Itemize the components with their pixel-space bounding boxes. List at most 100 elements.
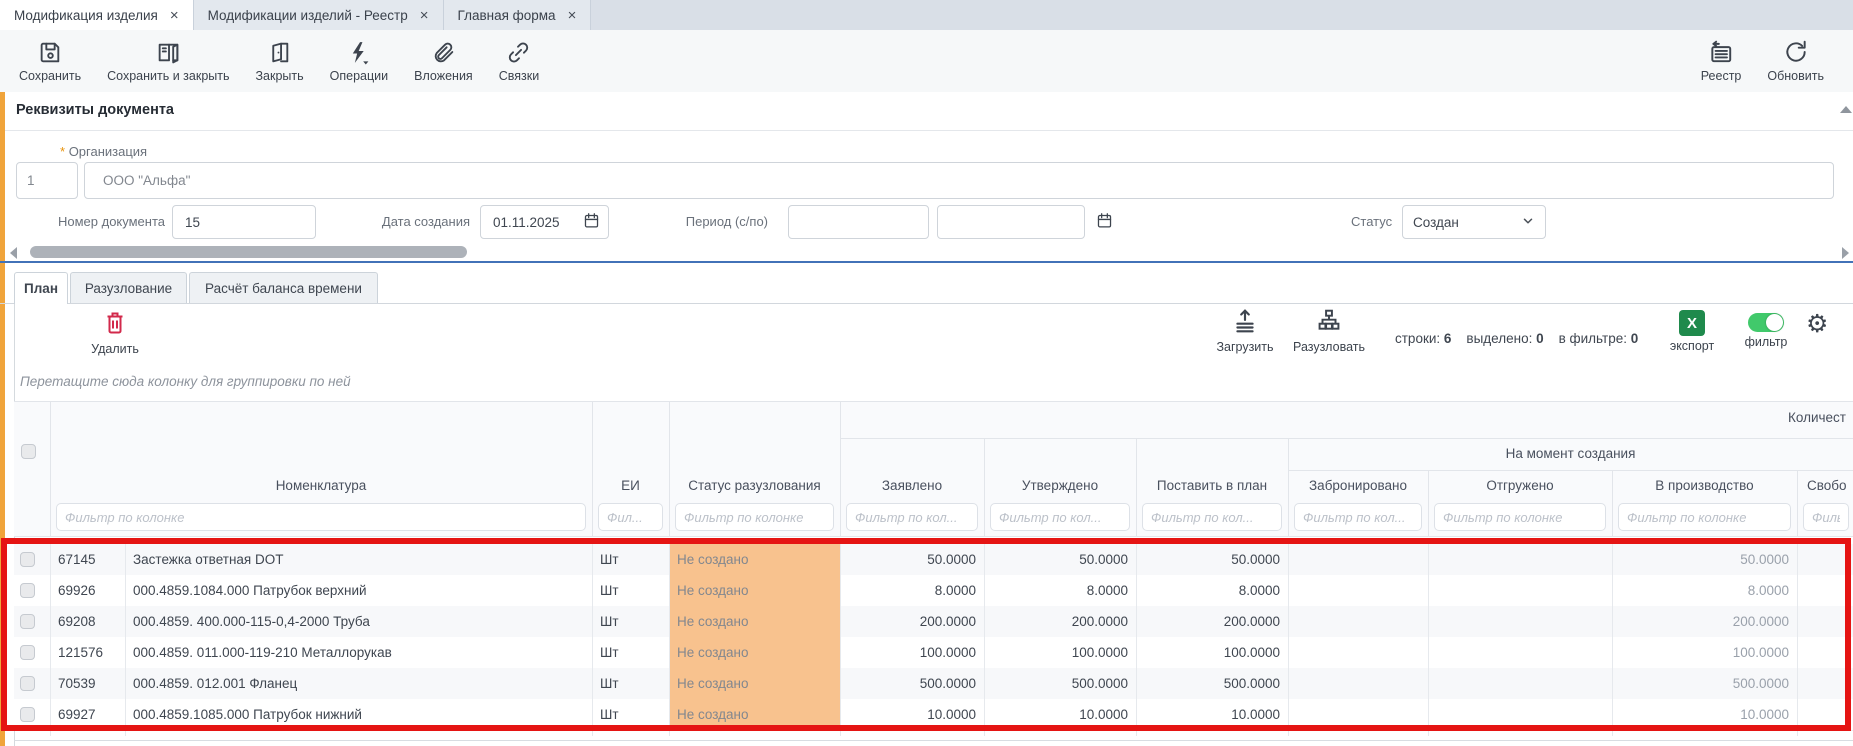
period-from-input[interactable] xyxy=(799,214,918,231)
window-tab-1[interactable]: Модификации изделий - Реестр× xyxy=(194,0,444,30)
filter-toggle[interactable]: фильтр xyxy=(1740,313,1792,349)
filter-input-free[interactable] xyxy=(1803,503,1849,531)
hscroll-right-icon[interactable] xyxy=(1842,247,1849,259)
creation-date-field[interactable] xyxy=(480,205,609,239)
scroll-up-icon[interactable] xyxy=(1840,106,1852,113)
links-button[interactable]: Связки xyxy=(486,36,552,87)
cell-unit: Шт xyxy=(592,606,669,637)
column-header-explode_status[interactable]: Статус разузлования xyxy=(669,478,840,493)
column-header-claimed[interactable]: Заявлено xyxy=(840,478,984,493)
table-row[interactable]: 67145Застежка ответная DOTШтНе создано50… xyxy=(14,544,1853,575)
gear-icon[interactable]: ⚙ xyxy=(1806,312,1828,337)
filter-input-to_plan[interactable] xyxy=(1142,503,1282,531)
cell-free xyxy=(1797,699,1853,730)
column-header-unit[interactable]: ЕИ xyxy=(592,478,669,493)
view-tab-2[interactable]: Расчёт баланса времени xyxy=(189,272,378,303)
column-header-free[interactable]: Свобо xyxy=(1797,478,1853,493)
cell-code: 69926 xyxy=(50,575,125,606)
cell-shipped xyxy=(1428,668,1612,699)
explode-button[interactable]: Разузловать xyxy=(1286,308,1372,354)
cell-free xyxy=(1797,575,1853,606)
column-header-shipped[interactable]: Отгружено xyxy=(1428,478,1612,493)
grid-body-line xyxy=(1136,544,1137,736)
filter-input-approved[interactable] xyxy=(990,503,1130,531)
toolbar-right-group: РеестрОбновить xyxy=(1688,30,1837,92)
period-to-input[interactable] xyxy=(948,214,1074,231)
period-from-field[interactable] xyxy=(788,205,929,239)
column-header-in_production[interactable]: В производство xyxy=(1612,478,1797,493)
column-header-approved[interactable]: Утверждено xyxy=(984,478,1136,493)
organization-name-field[interactable]: ООО "Альфа" xyxy=(84,162,1834,199)
filter-input-in_production[interactable] xyxy=(1618,503,1791,531)
column-header-reserved[interactable]: Забронировано xyxy=(1288,478,1428,493)
status-select[interactable]: Создан xyxy=(1402,205,1546,239)
doc-number-field[interactable] xyxy=(172,205,316,239)
cell-approved: 200.0000 xyxy=(984,606,1136,637)
row-checkbox[interactable] xyxy=(20,583,35,598)
filter-input-reserved[interactable] xyxy=(1294,503,1422,531)
row-checkbox[interactable] xyxy=(20,707,35,722)
accent-strip xyxy=(0,92,5,746)
row-checkbox[interactable] xyxy=(20,645,35,660)
cell-in_production: 8.0000 xyxy=(1612,575,1797,606)
creation-date-input[interactable] xyxy=(491,214,583,231)
close-tab-icon[interactable]: × xyxy=(170,8,179,23)
column-header-nomenclature[interactable]: Номенклатура xyxy=(50,478,592,493)
table-row[interactable]: 69927000.4859.1085.000 Патрубок нижнийШт… xyxy=(14,699,1853,730)
hscroll-left-icon[interactable] xyxy=(10,247,17,259)
table-row[interactable]: 69926000.4859.1084.000 Патрубок верхнийШ… xyxy=(14,575,1853,606)
table-row[interactable]: 69208000.4859. 400.000-115-0,4-2000 Труб… xyxy=(14,606,1853,637)
cell-reserved xyxy=(1288,606,1428,637)
close-button[interactable]: Закрыть xyxy=(243,36,317,87)
operations-button[interactable]: Операции xyxy=(317,36,401,87)
save-button[interactable]: Сохранить xyxy=(6,36,94,87)
row-checkbox[interactable] xyxy=(20,676,35,691)
window-tab-bar: Модификация изделия×Модификации изделий … xyxy=(0,0,1853,31)
group-by-bar[interactable]: Перетащите сюда колонку для группировки … xyxy=(14,366,1853,402)
refresh-button[interactable]: Обновить xyxy=(1754,35,1837,87)
calendar-icon[interactable] xyxy=(583,212,600,232)
window-tab-label: Модификация изделия xyxy=(14,8,158,23)
view-tab-0[interactable]: План xyxy=(14,272,68,304)
window-tab-2[interactable]: Главная форма× xyxy=(444,0,592,30)
save-close-button[interactable]: Сохранить и закрыть xyxy=(94,36,242,87)
period-to-field[interactable] xyxy=(937,205,1085,239)
organization-code-field[interactable]: 1 xyxy=(16,162,78,199)
cell-to_plan: 8.0000 xyxy=(1136,575,1288,606)
cell-code: 121576 xyxy=(50,637,125,668)
close-tab-icon[interactable]: × xyxy=(420,8,429,23)
filter-input-claimed[interactable] xyxy=(846,503,978,531)
column-header-to_plan[interactable]: Поставить в план xyxy=(1136,478,1288,493)
load-button[interactable]: Загрузить xyxy=(1212,308,1278,354)
filter-input-nomenclature[interactable] xyxy=(56,503,586,531)
links-label: Связки xyxy=(499,69,539,83)
close-tab-icon[interactable]: × xyxy=(568,8,577,23)
table-row[interactable]: 70539000.4859. 012.001 ФланецШтНе создан… xyxy=(14,668,1853,699)
creation-date-label: Дата создания xyxy=(378,214,470,229)
cell-in_production: 500.0000 xyxy=(1612,668,1797,699)
cell-unit: Шт xyxy=(592,637,669,668)
hscroll-thumb[interactable] xyxy=(30,246,467,258)
cell-claimed: 200.0000 xyxy=(840,606,984,637)
table-row[interactable]: 121576000.4859. 011.000-119-210 Металлор… xyxy=(14,637,1853,668)
cell-free xyxy=(1797,606,1853,637)
grid-header-line xyxy=(592,401,593,536)
status-label: Статус xyxy=(1351,214,1392,229)
filter-input-unit[interactable] xyxy=(598,503,663,531)
view-tab-1[interactable]: Разузлование xyxy=(70,272,187,303)
registry-button[interactable]: Реестр xyxy=(1688,35,1755,87)
export-button[interactable]: X экспорт xyxy=(1664,310,1720,353)
group-header-at-creation: На момент создания xyxy=(1288,446,1853,461)
select-all-checkbox[interactable] xyxy=(21,444,36,459)
row-checkbox[interactable] xyxy=(20,614,35,629)
delete-button[interactable]: Удалить xyxy=(80,310,150,356)
row-checkbox[interactable] xyxy=(20,552,35,567)
filter-input-shipped[interactable] xyxy=(1434,503,1606,531)
filter-input-explode_status[interactable] xyxy=(675,503,834,531)
grid-header-line xyxy=(840,401,841,536)
attachments-button[interactable]: Вложения xyxy=(401,36,486,87)
window-tab-0[interactable]: Модификация изделия × xyxy=(0,0,194,30)
period-calendar-icon[interactable] xyxy=(1096,212,1113,234)
toggle-on-icon[interactable] xyxy=(1748,313,1784,332)
doc-number-input[interactable] xyxy=(183,214,305,231)
